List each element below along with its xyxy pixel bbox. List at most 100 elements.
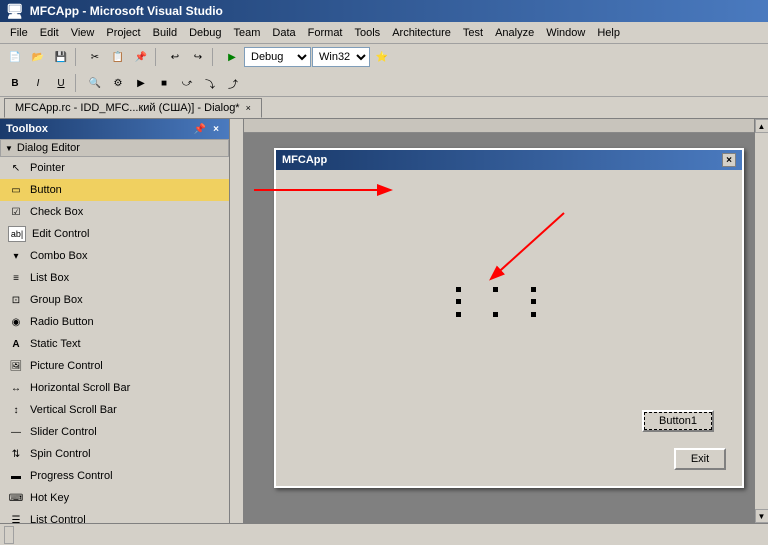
tb-open[interactable]: 📂 [27, 46, 49, 68]
tb-settings[interactable]: ⚙ [107, 72, 129, 94]
main-layout: Toolbox 📌 × Dialog Editor ↖ Pointer ▭ Bu… [0, 119, 768, 523]
tb-run[interactable]: ▶ [221, 46, 243, 68]
toolbox-item-label: Button [30, 184, 62, 196]
editor-area: MFCApp × [230, 119, 768, 523]
menu-test[interactable]: Test [457, 25, 489, 41]
tb-copy[interactable]: 📋 [107, 46, 129, 68]
group-box-icon: ⊡ [8, 292, 24, 308]
toolbox-item-list-control[interactable]: ☰ List Control [0, 509, 229, 523]
scroll-up-button[interactable]: ▲ [755, 119, 768, 133]
canvas-area[interactable]: MFCApp × [244, 133, 754, 523]
toolbox-item-horizontal-scroll[interactable]: ↔ Horizontal Scroll Bar [0, 377, 229, 399]
title-bar: 🖥 MFCApp - Microsoft Visual Studio [0, 0, 768, 22]
vertical-scroll-icon: ↕ [8, 402, 24, 418]
menu-window[interactable]: Window [540, 25, 591, 41]
tb-new[interactable]: 📄 [4, 46, 26, 68]
mfc-dialog-close-button[interactable]: × [722, 153, 736, 167]
handle-br [531, 312, 536, 317]
handle-ml [456, 299, 461, 304]
tb-search[interactable]: 🔍 [84, 72, 106, 94]
menu-tools[interactable]: Tools [349, 25, 387, 41]
mfc-dialog-title-text: MFCApp [282, 154, 327, 166]
tb-bold[interactable]: B [4, 72, 26, 94]
menu-view[interactable]: View [65, 25, 101, 41]
menu-edit[interactable]: Edit [34, 25, 65, 41]
tab-dialog[interactable]: MFCApp.rc - IDD_MFC...кий (США)] - Dialo… [4, 98, 262, 118]
menu-project[interactable]: Project [100, 25, 146, 41]
menu-team[interactable]: Team [228, 25, 267, 41]
button1[interactable]: Button1 [642, 410, 714, 432]
tb-redo[interactable]: ↪ [187, 46, 209, 68]
tb-sep-1 [75, 48, 81, 66]
exit-label: Exit [691, 453, 709, 465]
pointer-icon: ↖ [8, 160, 24, 176]
menu-bar: File Edit View Project Build Debug Team … [0, 22, 768, 44]
toolbox-item-pointer[interactable]: ↖ Pointer [0, 157, 229, 179]
tb-save[interactable]: 💾 [50, 46, 72, 68]
platform-dropdown[interactable]: Win32 x64 [312, 47, 370, 67]
edit-control-icon: ab| [8, 226, 26, 242]
toolbox-item-picture-control[interactable]: 🖼 Picture Control [0, 355, 229, 377]
toolbox-item-slider-control[interactable]: — Slider Control [0, 421, 229, 443]
tab-close-icon[interactable]: × [246, 103, 251, 113]
toolbox-item-label: Spin Control [30, 448, 91, 460]
menu-data[interactable]: Data [266, 25, 301, 41]
static-text-icon: A [8, 336, 24, 352]
menu-build[interactable]: Build [147, 25, 183, 41]
tb-star[interactable]: ⭐ [371, 46, 393, 68]
tb-debug-stop[interactable]: ■ [153, 72, 175, 94]
menu-help[interactable]: Help [591, 25, 626, 41]
toolbox-section-dialog-editor[interactable]: Dialog Editor [0, 139, 229, 157]
tab-label: MFCApp.rc - IDD_MFC...кий (США)] - Dialo… [15, 102, 240, 114]
toolbox-item-edit-control[interactable]: ab| Edit Control [0, 223, 229, 245]
menu-analyze[interactable]: Analyze [489, 25, 540, 41]
tb-paste[interactable]: 📌 [130, 46, 152, 68]
toolbox-item-checkbox[interactable]: ☑ Check Box [0, 201, 229, 223]
tb-cut[interactable]: ✂ [84, 46, 106, 68]
toolbox-item-label: Radio Button [30, 316, 94, 328]
title-text: MFCApp - Microsoft Visual Studio [30, 4, 223, 18]
toolbox-item-label: Horizontal Scroll Bar [30, 382, 130, 394]
menu-file[interactable]: File [4, 25, 34, 41]
tb-undo[interactable]: ↩ [164, 46, 186, 68]
toolbox-item-vertical-scroll[interactable]: ↕ Vertical Scroll Bar [0, 399, 229, 421]
scroll-down-button[interactable]: ▼ [755, 509, 768, 523]
toolbox-item-label: Picture Control [30, 360, 103, 372]
slider-control-icon: — [8, 424, 24, 440]
progress-control-icon: ▬ [8, 468, 24, 484]
menu-format[interactable]: Format [302, 25, 349, 41]
toolbox-item-spin-control[interactable]: ⇅ Spin Control [0, 443, 229, 465]
canvas-wrapper[interactable]: MFCApp × [244, 119, 754, 523]
exit-button[interactable]: Exit [674, 448, 726, 470]
tabs-bar: MFCApp.rc - IDD_MFC...кий (США)] - Dialo… [0, 97, 768, 119]
tb-step-in[interactable]: ⤵ [199, 72, 221, 94]
debug-config-dropdown[interactable]: Debug Release [244, 47, 311, 67]
toolbox-title: Toolbox [6, 123, 48, 135]
toolbox-item-hot-key[interactable]: ⌨ Hot Key [0, 487, 229, 509]
toolbox-close-icon[interactable]: × [209, 122, 223, 136]
toolbox-item-static-text[interactable]: A Static Text [0, 333, 229, 355]
picture-control-icon: 🖼 [8, 358, 24, 374]
status-panel-main [4, 526, 14, 544]
tb-debug-start[interactable]: ▶ [130, 72, 152, 94]
toolbox-item-label: Group Box [30, 294, 83, 306]
toolbox-header-buttons: 📌 × [193, 122, 223, 136]
menu-debug[interactable]: Debug [183, 25, 227, 41]
toolbox-item-progress-control[interactable]: ▬ Progress Control [0, 465, 229, 487]
list-box-icon: ≡ [8, 270, 24, 286]
toolbox-item-combo-box[interactable]: ▾ Combo Box [0, 245, 229, 267]
tb-italic[interactable]: I [27, 72, 49, 94]
toolbox-item-button[interactable]: ▭ Button [0, 179, 229, 201]
tb-step-out[interactable]: ⤴ [222, 72, 244, 94]
mfc-dialog-body[interactable]: Button1 Exit [276, 170, 742, 486]
vertical-scrollbar[interactable]: ▲ ▼ [754, 119, 768, 523]
toolbox-header: Toolbox 📌 × [0, 119, 229, 139]
tb-underline[interactable]: U [50, 72, 72, 94]
toolbox-item-list-box[interactable]: ≡ List Box [0, 267, 229, 289]
menu-architecture[interactable]: Architecture [386, 25, 457, 41]
toolbox-item-radio-button[interactable]: ◉ Radio Button [0, 311, 229, 333]
toolbox-pin-icon[interactable]: 📌 [193, 122, 207, 136]
toolbox-item-group-box[interactable]: ⊡ Group Box [0, 289, 229, 311]
tb-step-over[interactable]: ⤻ [176, 72, 198, 94]
toolbox-item-label: Static Text [30, 338, 81, 350]
